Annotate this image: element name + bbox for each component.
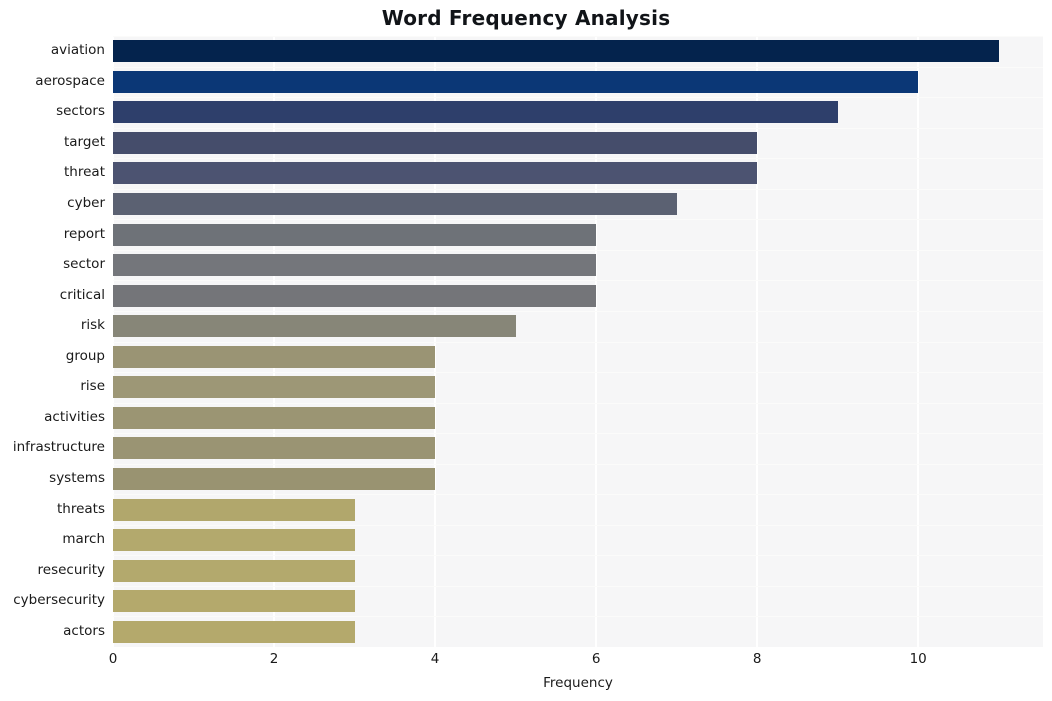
x-axis-tick-labels: 0 2 4 6 8 10 xyxy=(109,647,1043,677)
y-axis-tick-labels: aviation aerospace sectors target threat cybe… xyxy=(0,36,105,647)
bar-row xyxy=(113,590,1043,613)
y-tick-label-actors: actors xyxy=(63,622,105,639)
bar-row xyxy=(113,406,1043,429)
y-tick-label-threats: threats xyxy=(56,500,105,517)
bar-sector xyxy=(113,254,597,277)
y-tick-label-cybersecurity: cybersecurity xyxy=(13,592,105,609)
bar-row xyxy=(113,223,1043,246)
bar-row xyxy=(113,376,1043,399)
bar-actors xyxy=(113,620,355,643)
bar-threats xyxy=(113,498,355,521)
y-tick-label-group: group xyxy=(65,347,105,364)
plot-area xyxy=(113,36,1043,647)
bar-row xyxy=(113,529,1043,552)
bar-activities xyxy=(113,406,436,429)
bar-row xyxy=(113,70,1043,93)
bar-row xyxy=(113,131,1043,154)
x-axis-title: Frequency xyxy=(543,675,613,691)
y-tick-label-aviation: aviation xyxy=(50,42,105,59)
y-tick-label-infrastructure: infrastructure xyxy=(12,439,105,456)
y-tick-label-systems: systems xyxy=(49,469,105,486)
bar-row xyxy=(113,345,1043,368)
bar-row xyxy=(113,620,1043,643)
y-tick-label-target: target xyxy=(63,133,105,150)
bar-target xyxy=(113,131,758,154)
bar-rise xyxy=(113,376,436,399)
bar-resecurity xyxy=(113,559,355,582)
word-frequency-chart-figure: Word Frequency Analysis aviation aerospac… xyxy=(0,0,1052,701)
bar-aerospace xyxy=(113,70,919,93)
bar-group xyxy=(113,345,436,368)
bar-row xyxy=(113,559,1043,582)
bar-march xyxy=(113,529,355,552)
bar-infrastructure xyxy=(113,437,436,460)
x-tick-label-0: 0 xyxy=(108,651,118,667)
x-tick-label-2: 2 xyxy=(269,651,279,667)
y-tick-label-critical: critical xyxy=(59,286,105,303)
bar-risk xyxy=(113,315,516,338)
y-tick-label-cyber: cyber xyxy=(67,195,105,212)
bar-critical xyxy=(113,284,597,307)
bar-row xyxy=(113,437,1043,460)
x-tick-label-10: 10 xyxy=(909,651,927,667)
bar-row xyxy=(113,193,1043,215)
y-tick-label-activities: activities xyxy=(44,408,105,425)
bar-report xyxy=(113,223,597,246)
bar-cyber xyxy=(113,193,677,215)
bar-systems xyxy=(113,467,436,490)
bar-cybersecurity xyxy=(113,590,355,613)
y-tick-label-resecurity: resecurity xyxy=(37,561,105,578)
y-tick-label-march: march xyxy=(62,531,105,548)
chart-title: Word Frequency Analysis xyxy=(381,6,671,30)
bar-threat xyxy=(113,162,758,185)
y-tick-label-risk: risk xyxy=(80,317,105,334)
bar-row xyxy=(113,254,1043,277)
x-tick-label-6: 6 xyxy=(591,651,601,667)
y-tick-label-threat: threat xyxy=(64,164,105,181)
bar-row xyxy=(113,162,1043,185)
bar-aviation xyxy=(113,40,999,63)
bar-row xyxy=(113,315,1043,338)
y-tick-label-sectors: sectors xyxy=(56,103,105,120)
bar-row xyxy=(113,467,1043,490)
bar-row xyxy=(113,498,1043,521)
y-tick-label-report: report xyxy=(63,225,105,242)
bar-row xyxy=(113,40,1043,63)
y-tick-label-rise: rise xyxy=(80,378,105,395)
x-tick-label-4: 4 xyxy=(430,651,440,667)
y-tick-label-sector: sector xyxy=(63,256,105,273)
bar-row xyxy=(113,284,1043,307)
bar-row xyxy=(113,101,1043,124)
x-tick-label-8: 8 xyxy=(752,651,762,667)
bars-layer xyxy=(113,36,1043,647)
y-tick-label-aerospace: aerospace xyxy=(35,72,105,89)
bar-sectors xyxy=(113,101,838,124)
